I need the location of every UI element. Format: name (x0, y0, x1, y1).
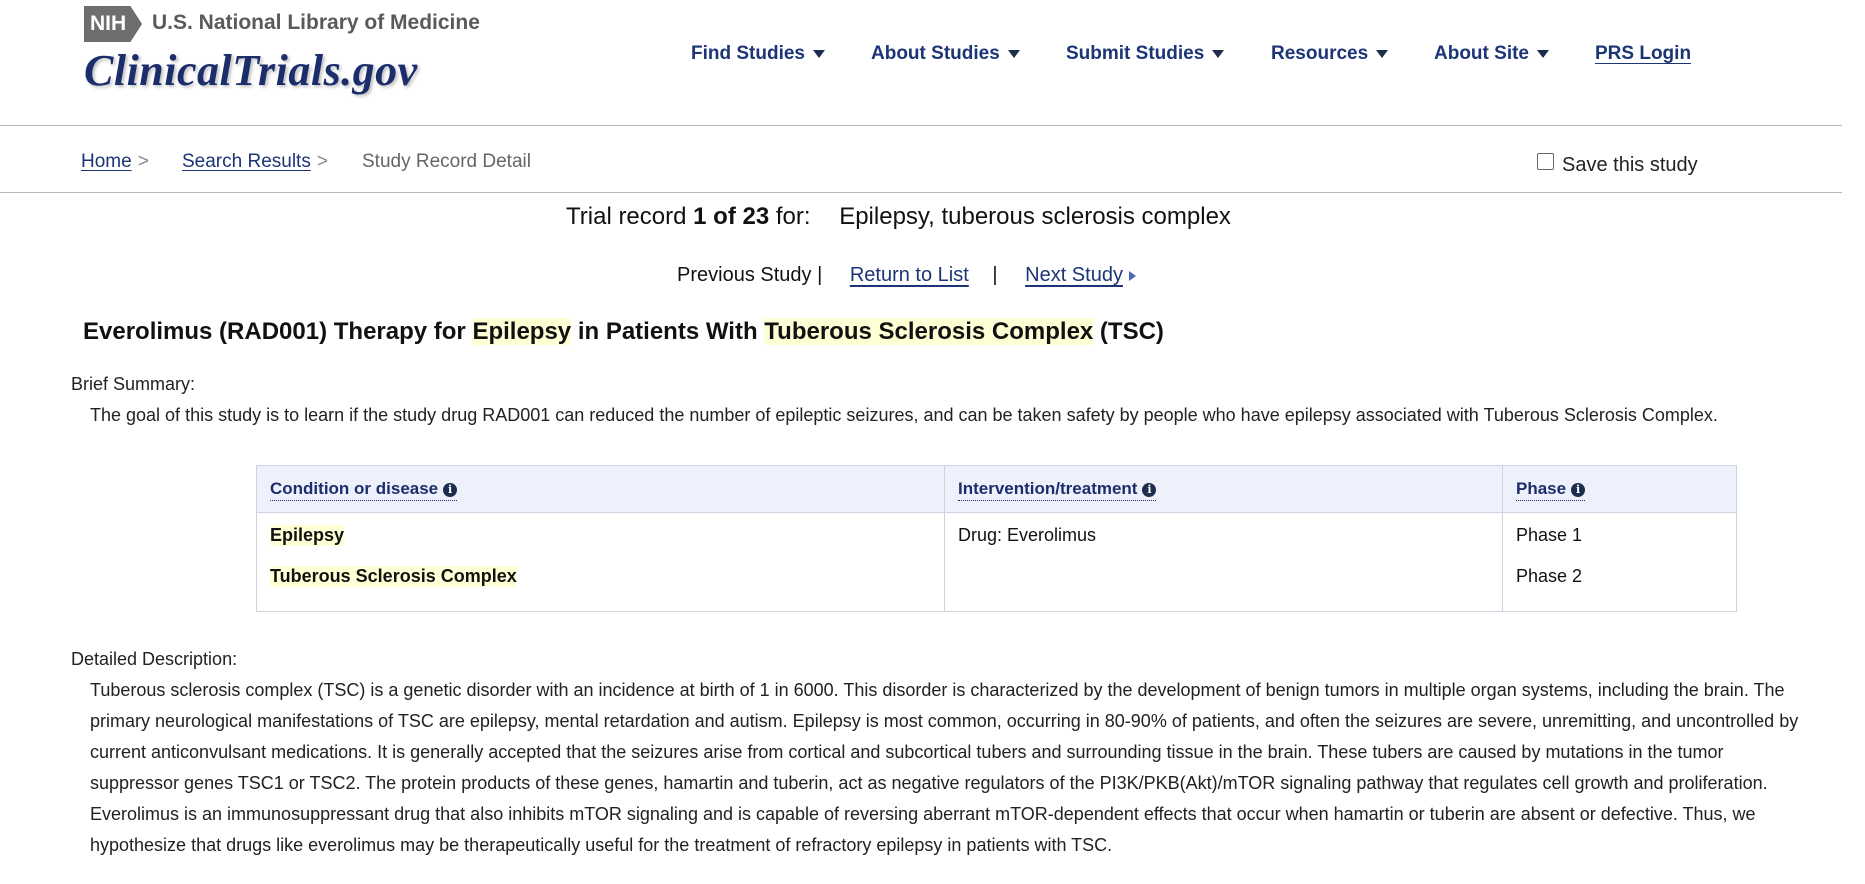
detailed-description-label: Detailed Description: (71, 649, 238, 669)
breadcrumb-divider (0, 192, 1842, 193)
arrow-right-icon (1128, 270, 1136, 281)
chevron-down-icon (813, 50, 825, 58)
next-study-link[interactable]: Next Study (1025, 264, 1123, 286)
nih-logo[interactable]: NIH (84, 6, 142, 42)
condition-item: Epilepsy (270, 525, 345, 546)
header-phase[interactable]: Phase i (1516, 479, 1586, 501)
nav-about-studies[interactable]: About Studies (871, 42, 1020, 66)
clinicaltrials-logo[interactable]: ClinicalTrials.gov (84, 45, 418, 96)
chevron-down-icon (1212, 50, 1225, 58)
save-study-checkbox[interactable] (1537, 153, 1554, 170)
info-icon[interactable]: i (1571, 483, 1586, 497)
nav-about-site[interactable]: About Site (1434, 42, 1549, 66)
prs-login-link[interactable]: PRS Login (1595, 42, 1691, 66)
intervention-item: Drug: Everolimus (958, 525, 1097, 545)
breadcrumb-search-results[interactable]: Search Results > (182, 151, 328, 173)
chevron-down-icon (1007, 50, 1020, 58)
nlm-name[interactable]: U.S. National Library of Medicine (152, 11, 480, 35)
chevron-down-icon (1537, 50, 1549, 58)
condition-item: Tuberous Sclerosis Complex (270, 566, 517, 587)
search-query: Epilepsy, tuberous sclerosis complex (839, 203, 1231, 230)
study-navigation: Previous Study | Return to List | Next S… (677, 264, 1136, 287)
study-title: Everolimus (RAD001) Therapy for Epilepsy… (83, 318, 1164, 345)
trial-record-position: Trial record 1 of 23 for: Epilepsy, tube… (566, 203, 1231, 230)
detailed-description-text: Tuberous sclerosis complex (TSC) is a ge… (90, 680, 1799, 855)
info-icon[interactable]: i (1142, 483, 1157, 497)
breadcrumb-home[interactable]: Home > (81, 151, 149, 173)
chevron-down-icon (1376, 50, 1389, 58)
info-icon[interactable]: i (443, 483, 458, 497)
brief-summary-text: The goal of this study is to learn if th… (90, 405, 1718, 425)
header-divider (0, 125, 1842, 126)
phase-item: Phase 2 (1516, 566, 1583, 586)
header-intervention[interactable]: Intervention/treatment i (958, 479, 1157, 501)
breadcrumb-current: Study Record Detail (362, 151, 531, 172)
return-to-list-link[interactable]: Return to List (850, 264, 969, 286)
nav-resources[interactable]: Resources (1271, 42, 1389, 66)
previous-study-label: Previous Study (677, 264, 812, 286)
header-condition[interactable]: Condition or disease i (270, 479, 458, 501)
conditions-table: Condition or disease i Intervention/treat… (256, 465, 1737, 612)
phase-item: Phase 1 (1516, 525, 1583, 545)
nav-find-studies[interactable]: Find Studies (691, 42, 825, 66)
nav-submit-studies[interactable]: Submit Studies (1066, 42, 1225, 66)
save-study-label[interactable]: Save this study (1562, 154, 1698, 177)
brief-summary-label: Brief Summary: (71, 374, 196, 394)
